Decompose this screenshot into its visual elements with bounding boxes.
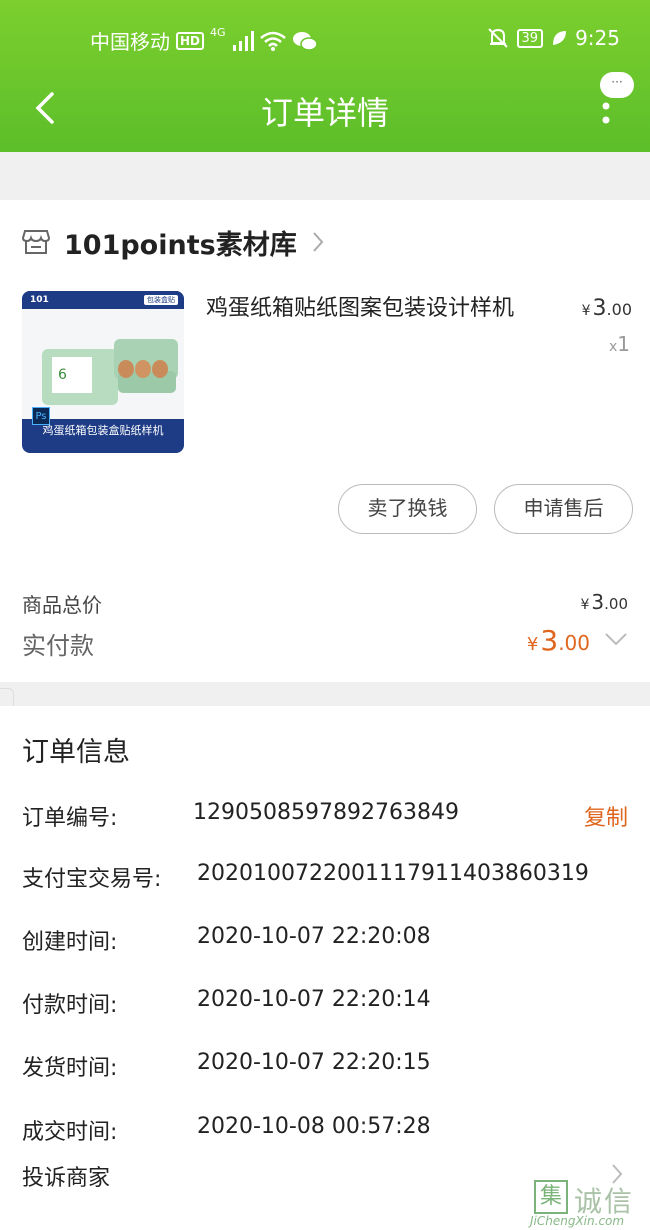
shipped-time-label: 发货时间: [22,1056,118,1081]
store-icon [22,230,50,254]
closed-time-label: 成交时间: [22,1120,118,1145]
chevron-down-icon[interactable] [604,630,628,648]
more-menu-button[interactable]: ··· [590,68,640,128]
total-decimal: .00 [604,595,628,613]
sell-button[interactable]: 卖了换钱 [338,484,477,534]
message-bubble-icon: ··· [600,72,634,98]
svg-text:6: 6 [58,367,67,383]
paid-time-label: 付款时间: [22,993,118,1018]
order-number-value: 1290508597892763849 [193,800,459,825]
paid-currency: ¥ [526,634,539,655]
total-currency: ¥ [580,597,590,613]
currency-symbol: ¥ [581,303,591,319]
closed-time-value: 2020-10-08 00:57:28 [197,1114,431,1139]
signal-icon [232,30,254,51]
thumbnail-photo: 6 [22,309,184,419]
more-dots-icon [602,102,610,124]
product-quantity: x1 [609,332,630,356]
price-integer: 3 [592,296,607,321]
price-decimal: .00 [606,300,632,319]
paid-label: 实付款 [22,632,94,660]
mute-bell-icon [487,28,508,48]
product-thumbnail[interactable]: 101 包装盒贴 6 Ps 鸡蛋纸箱包装盒贴纸样机 [22,291,184,453]
order-number-label: 订单编号: [22,806,118,831]
shipped-time-value: 2020-10-07 22:20:15 [197,1050,431,1075]
carrier-label: 中国移动 [90,30,170,54]
product-price: ¥3.00 [582,296,632,321]
alipay-trade-label: 支付宝交易号: [22,867,162,892]
network-type: 4G [210,26,226,39]
thumbnail-tag: 包装盒贴 [144,295,178,305]
leaf-icon [553,31,567,45]
hd-badge: HD [176,31,205,50]
qty-value: 1 [617,332,630,356]
battery-indicator: 39 [516,28,544,48]
created-time-label: 创建时间: [22,930,118,955]
paid-decimal: .00 [558,631,590,655]
watermark-url: JiChengXin.com [530,1214,625,1228]
created-time-value: 2020-10-07 22:20:08 [197,924,431,949]
order-item-card: 101points素材库 101 包装盒贴 6 Ps 鸡蛋纸箱包装盒贴纸样机 鸡… [0,200,650,682]
thumbnail-caption: 鸡蛋纸箱包装盒贴纸样机 [42,424,164,437]
wechat-icon [292,31,318,51]
watermark-logo: 集 [534,1180,568,1214]
alipay-trade-value: 2020100722001117911403860319 [197,861,589,886]
copy-button[interactable]: 复制 [584,800,628,832]
total-price: ¥3.00 [580,590,628,614]
paid-integer: 3 [540,624,559,657]
product-title[interactable]: 鸡蛋纸箱贴纸图案包装设计样机 [206,294,546,324]
status-right: 39 9:25 [487,26,620,50]
order-info-card: 订单信息 订单编号: 1290508597892763849 复制 支付宝交易号… [0,706,650,1230]
status-bar: 中国移动 HD 4G 39 9:25 [0,0,650,76]
egg-carton-illustration: 6 [42,339,178,405]
thumbnail-brand: 101 [30,295,49,305]
after-sale-button[interactable]: 申请售后 [494,484,633,534]
paid-time-value: 2020-10-07 22:20:14 [197,987,431,1012]
site-watermark: 集 诚信 JiChengXin.com [530,1178,650,1230]
page-title: 订单详情 [260,94,389,132]
wifi-icon [259,31,286,51]
app-header: 中国移动 HD 4G 39 9:25 订单详情 ··· [0,0,650,152]
chevron-right-icon [312,232,324,252]
paid-price: ¥3.00 [527,624,590,657]
total-label: 商品总价 [22,593,102,617]
order-info-title: 订单信息 [22,737,130,768]
clock: 9:25 [575,26,620,50]
total-integer: 3 [591,590,605,614]
shop-link[interactable]: 101points素材库 [22,222,325,262]
status-left: 中国移动 HD 4G [90,26,318,55]
shop-name: 101points素材库 [64,229,297,261]
complain-merchant-link[interactable]: 投诉商家 [22,1160,110,1192]
